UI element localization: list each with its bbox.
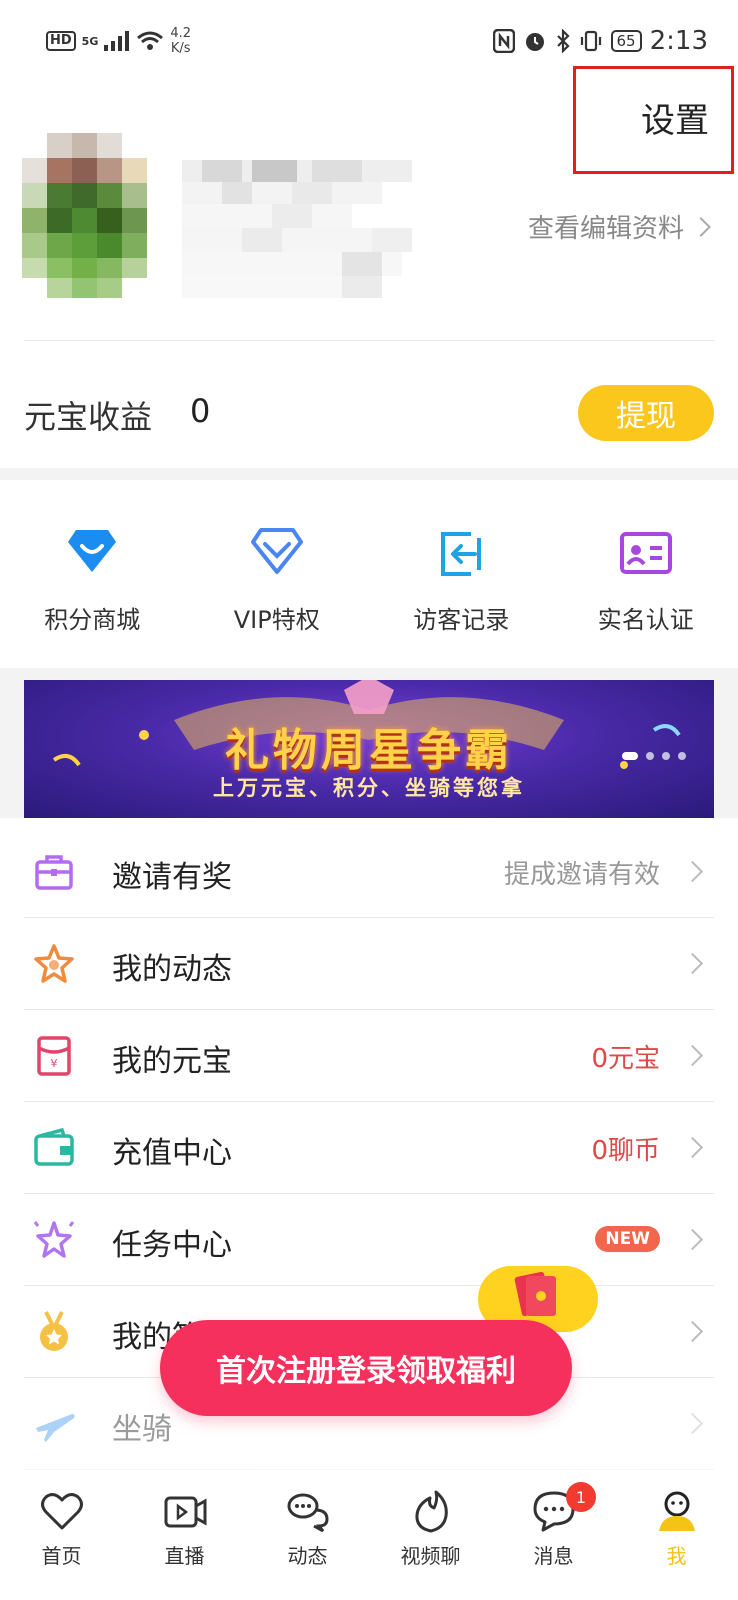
menu-item-my-ingots[interactable]: ¥ 我的元宝 0元宝 (0, 1010, 738, 1102)
chevron-right-icon (681, 1136, 704, 1159)
edit-profile-label: 查看编辑资料 (527, 214, 684, 244)
menu-item-label: 任务中心 (112, 1228, 232, 1263)
menu-item-label: 坐骑 (112, 1412, 172, 1447)
clock: 2:13 (649, 26, 708, 56)
user-icon (658, 1491, 695, 1531)
settings-label: 设置 (641, 101, 709, 141)
tab-messages[interactable]: 1 消息 (492, 1470, 615, 1600)
menu-item-recharge[interactable]: 充值中心 0聊币 (0, 1102, 738, 1194)
heart-icon (40, 1493, 83, 1530)
avatar[interactable] (22, 133, 162, 303)
diamond-icon (250, 528, 303, 574)
visitor-enter-icon (441, 532, 482, 576)
register-promo-button[interactable]: 首次注册登录领取福利 (160, 1320, 572, 1416)
vibrate-icon (580, 30, 601, 52)
tab-label: 我 (666, 1544, 687, 1568)
quick-link-verification[interactable]: 实名认证 (554, 488, 738, 668)
tab-label: 首页 (41, 1544, 82, 1568)
menu-item-tasks[interactable]: 任务中心 NEW (0, 1194, 738, 1286)
medal-icon (40, 1311, 68, 1351)
menu-item-value: 0元宝 (591, 1044, 660, 1074)
tab-label: 直播 (164, 1544, 205, 1568)
menu-item-invite[interactable]: 邀请有奖 提成邀请有效 (0, 826, 738, 918)
plane-icon (36, 1414, 75, 1442)
menu-item-my-posts[interactable]: 我的动态 (0, 918, 738, 1010)
bottom-tab-bar: 首页 直播 动态 视频聊 1 消息 我 (0, 1470, 738, 1600)
divider (24, 340, 714, 341)
chevron-right-icon (681, 952, 704, 975)
quick-links: 积分商城 VIP特权 访客记录 实名认证 (0, 488, 738, 668)
chevron-right-icon (681, 1228, 704, 1251)
tab-live[interactable]: 直播 (123, 1470, 246, 1600)
menu-item-label: 充值中心 (112, 1136, 232, 1171)
signal-icon (104, 31, 130, 51)
edit-profile-link[interactable]: 查看编辑资料 (527, 208, 711, 245)
star-icon (34, 944, 74, 983)
wifi-icon (137, 31, 164, 50)
battery-indicator: 65 (610, 30, 642, 52)
menu-item-label: 我的元宝 (112, 1044, 232, 1079)
banner-title: 礼物周星争霸 (225, 725, 513, 776)
tab-home[interactable]: 首页 (0, 1470, 123, 1600)
hd-indicator: HD (46, 31, 76, 51)
tab-label: 视频聊 (400, 1544, 461, 1568)
quick-link-label: 实名认证 (597, 606, 694, 634)
unread-badge: 1 (566, 1482, 596, 1512)
earnings-value: 0 (190, 392, 211, 430)
video-camera-icon (164, 1496, 206, 1528)
menu-item-value: 0聊币 (591, 1136, 660, 1166)
tab-label: 消息 (533, 1544, 574, 1568)
quick-link-points-mall[interactable]: 积分商城 (0, 488, 185, 668)
earnings-label: 元宝收益 (24, 398, 153, 436)
quick-link-visitors[interactable]: 访客记录 (369, 488, 554, 668)
nfc-icon (492, 29, 515, 53)
settings-button[interactable]: 设置 (573, 66, 734, 174)
network-speed: 4.2 K/s (170, 26, 192, 56)
chevron-right-icon (681, 1320, 704, 1343)
flame-icon (414, 1490, 448, 1533)
section-divider (0, 468, 738, 480)
tab-feed[interactable]: 动态 (246, 1470, 369, 1600)
quick-link-label: 访客记录 (413, 606, 510, 634)
promo-banner[interactable]: 礼物周星争霸 上万元宝、积分、坐骑等您拿 (24, 680, 714, 818)
chevron-right-icon (681, 860, 704, 883)
new-badge: NEW (595, 1226, 660, 1252)
quick-link-label: VIP特权 (233, 606, 320, 634)
red-envelope-icon: ¥ (37, 1036, 71, 1076)
nickname-pixelated (182, 160, 412, 298)
network-type: 5G (81, 34, 99, 48)
tab-label: 动态 (287, 1544, 328, 1568)
shopping-bag-icon (68, 530, 117, 572)
wallet-icon (34, 1127, 74, 1166)
chat-bubbles-icon (287, 1493, 329, 1533)
tab-me[interactable]: 我 (615, 1470, 738, 1600)
quick-link-vip[interactable]: VIP特权 (185, 488, 370, 668)
menu-item-value: 提成邀请有效 (503, 860, 660, 890)
quick-link-label: 积分商城 (44, 606, 141, 634)
briefcase-icon (35, 855, 73, 890)
menu-item-label: 邀请有奖 (112, 860, 232, 895)
menu-item-label: 我的动态 (112, 952, 232, 987)
chevron-right-icon (681, 1044, 704, 1067)
sparkle-star-icon (33, 1221, 75, 1258)
chevron-right-icon (691, 216, 711, 237)
svg-text:¥: ¥ (51, 1057, 58, 1070)
id-card-icon (619, 532, 672, 574)
bluetooth-icon (556, 29, 570, 53)
banner-subtitle: 上万元宝、积分、坐骑等您拿 (213, 776, 525, 800)
withdraw-button[interactable]: 提现 (578, 385, 714, 441)
tab-video-chat[interactable]: 视频聊 (369, 1470, 492, 1600)
alarm-icon (525, 33, 544, 51)
chevron-right-icon (681, 1412, 704, 1435)
banner-pager (622, 752, 686, 760)
